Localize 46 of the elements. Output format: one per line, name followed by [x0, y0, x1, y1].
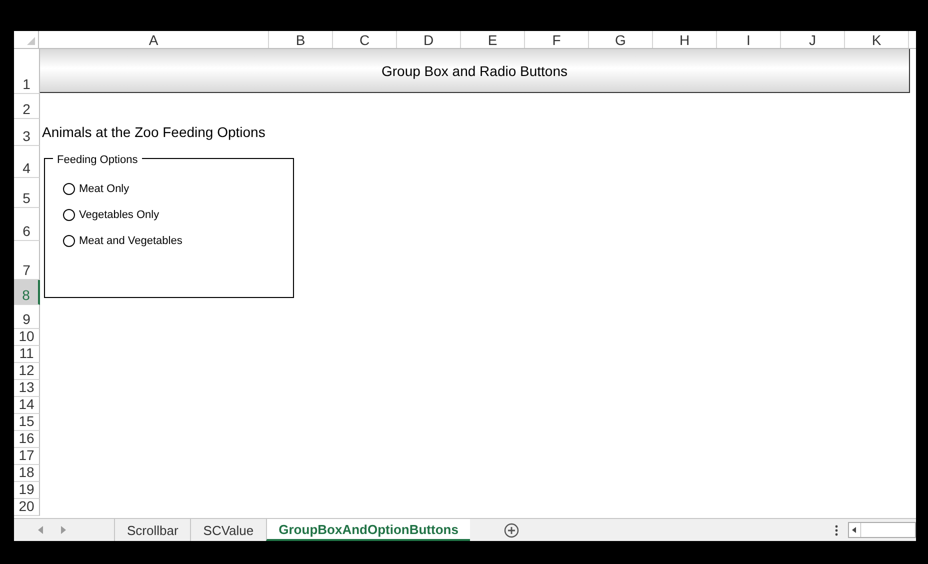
- row-header[interactable]: 13: [14, 380, 40, 397]
- cell-text: Animals at the Zoo Feeding Options: [42, 124, 266, 140]
- radio-option[interactable]: Meat Only: [63, 183, 182, 195]
- horizontal-scrollbar[interactable]: [848, 522, 916, 538]
- row-header[interactable]: 5: [14, 178, 40, 208]
- column-header[interactable]: D: [397, 31, 461, 48]
- row-header[interactable]: 7: [14, 241, 40, 280]
- row-header[interactable]: 8: [14, 280, 40, 305]
- row-header[interactable]: 12: [14, 363, 40, 380]
- column-header[interactable]: E: [461, 31, 525, 48]
- row-header[interactable]: 15: [14, 414, 40, 431]
- row-header[interactable]: 17: [14, 448, 40, 465]
- title-banner: Group Box and Radio Buttons: [40, 49, 910, 93]
- column-header[interactable]: C: [333, 31, 397, 48]
- column-header[interactable]: G: [589, 31, 653, 48]
- row-header[interactable]: 2: [14, 94, 40, 119]
- row-header[interactable]: 18: [14, 465, 40, 482]
- radio-icon[interactable]: [63, 209, 75, 221]
- row-header[interactable]: 14: [14, 397, 40, 414]
- column-header[interactable]: B: [269, 31, 333, 48]
- add-sheet-icon[interactable]: [504, 522, 520, 538]
- sheet-tab[interactable]: GroupBoxAndOptionButtons: [266, 519, 470, 541]
- column-header[interactable]: K: [845, 31, 909, 48]
- radio-icon[interactable]: [63, 183, 75, 195]
- radio-label: Vegetables Only: [79, 209, 160, 221]
- row-header[interactable]: 4: [14, 146, 40, 178]
- group-box-title: Feeding Options: [53, 154, 142, 166]
- row-header[interactable]: 6: [14, 208, 40, 241]
- row-header[interactable]: 20: [14, 499, 40, 516]
- row-header[interactable]: 9: [14, 305, 40, 329]
- column-header[interactable]: H: [653, 31, 717, 48]
- radio-label: Meat Only: [79, 183, 130, 195]
- radio-icon[interactable]: [63, 235, 75, 247]
- column-header[interactable]: A: [39, 31, 269, 48]
- column-header[interactable]: F: [525, 31, 589, 48]
- radio-option[interactable]: Vegetables Only: [63, 209, 182, 221]
- row-header[interactable]: 16: [14, 431, 40, 448]
- sheet-tab[interactable]: Scrollbar: [114, 519, 190, 541]
- more-options-icon[interactable]: [835, 524, 838, 536]
- row-header[interactable]: 1: [14, 49, 40, 94]
- row-header[interactable]: 3: [14, 119, 40, 146]
- row-header[interactable]: 19: [14, 482, 40, 499]
- column-header[interactable]: J: [781, 31, 845, 48]
- row-header[interactable]: 11: [14, 346, 40, 363]
- column-header[interactable]: I: [717, 31, 781, 48]
- row-header[interactable]: 10: [14, 329, 40, 346]
